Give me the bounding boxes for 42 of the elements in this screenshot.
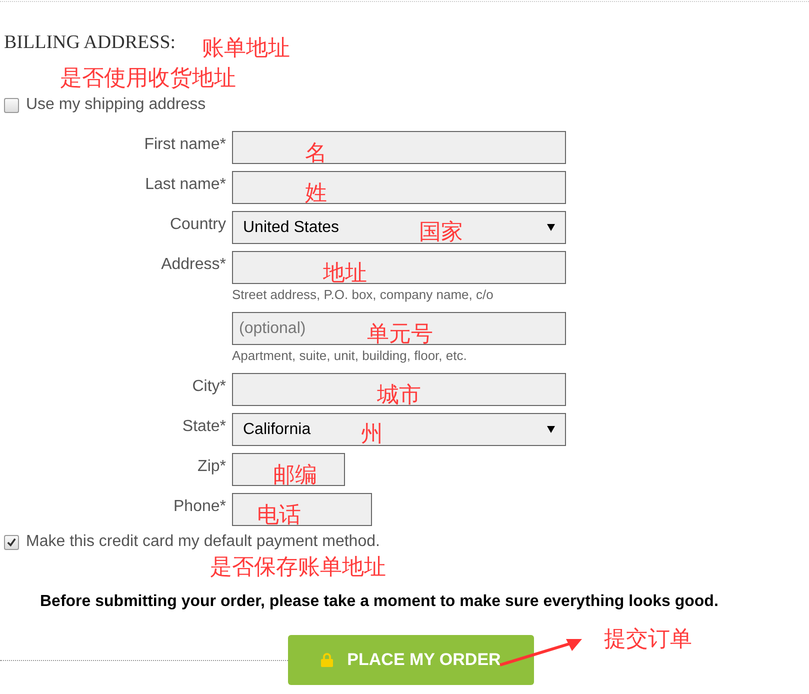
checkbox-label: Make this credit card my default payment method. xyxy=(26,533,380,551)
annotation: 电话 xyxy=(257,503,301,527)
field-hint: Street address, P.O. box, company name, c/o xyxy=(232,287,494,302)
annotation: 州 xyxy=(361,422,383,446)
annotation: 是否使用收货地址 xyxy=(60,66,236,90)
field-label: Phone* xyxy=(174,498,226,515)
input-field[interactable]: 邮编 xyxy=(232,453,345,486)
annotation: 邮编 xyxy=(273,463,317,487)
field-label: Zip* xyxy=(198,458,226,475)
input-field[interactable]: 地址 xyxy=(232,251,566,284)
annotation: 国家 xyxy=(419,220,463,244)
checkbox[interactable] xyxy=(4,98,19,112)
input-field[interactable]: 姓 xyxy=(232,171,566,204)
field-label: First name* xyxy=(144,136,226,153)
annotation: 单元号 xyxy=(367,322,433,346)
section-heading: BILLING ADDRESS: xyxy=(4,32,176,53)
field-label: State* xyxy=(182,418,226,435)
input-field[interactable]: 名 xyxy=(232,131,566,164)
dropdown-caret-icon xyxy=(547,224,555,231)
input-field[interactable]: 城市 xyxy=(232,373,566,406)
annotation: 是否保存账单地址 xyxy=(210,555,386,579)
lock-icon xyxy=(321,653,334,667)
annotation: 地址 xyxy=(323,261,367,285)
checkbox-label: Use my shipping address xyxy=(26,96,206,114)
select-field[interactable]: California 州 xyxy=(232,413,566,446)
field-hint: Apartment, suite, unit, building, floor, etc. xyxy=(232,348,467,363)
field-label: Last name* xyxy=(145,176,226,193)
annotation: 账单地址 xyxy=(202,36,290,60)
field-label: City* xyxy=(192,378,226,395)
notice-text: Before submitting your order, please take a moment to make sure everything looks good. xyxy=(40,593,718,611)
place-order-button[interactable]: PLACE MY ORDER xyxy=(288,635,534,685)
annotation: 名 xyxy=(305,141,327,165)
dropdown-caret-icon xyxy=(547,426,555,433)
field-label: Address* xyxy=(161,256,226,273)
input-field[interactable]: 电话 xyxy=(232,493,372,526)
input-field[interactable]: (optional) 单元号 xyxy=(232,312,566,345)
checkbox[interactable] xyxy=(4,534,19,550)
annotation: 城市 xyxy=(377,383,421,407)
annotation: 姓 xyxy=(305,181,327,205)
annotation: 提交订单 xyxy=(604,627,692,651)
select-field[interactable]: United States 国家 xyxy=(232,211,566,244)
field-label: Country xyxy=(170,216,226,233)
